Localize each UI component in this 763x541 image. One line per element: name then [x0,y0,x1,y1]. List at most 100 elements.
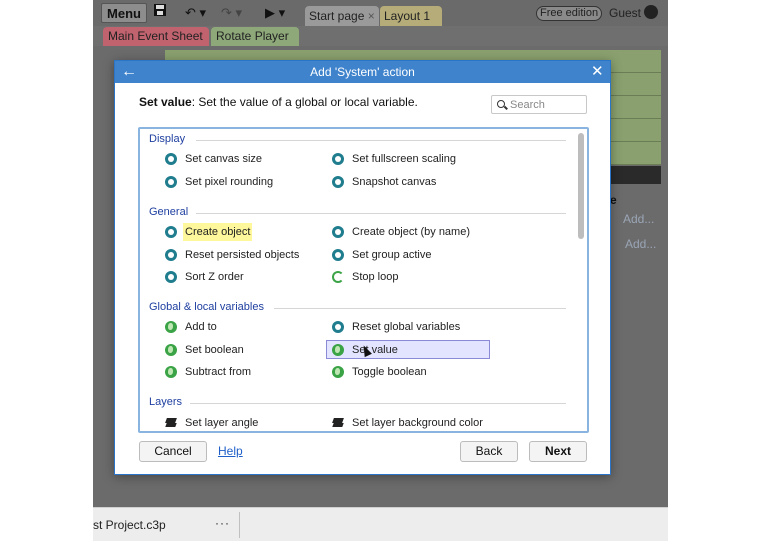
group-divider [274,308,566,309]
action-add-to[interactable]: Add to [163,318,313,336]
gear-icon [332,176,344,188]
gear-icon [165,153,177,165]
group-header-global-local-variables: Global & local variables [149,301,264,313]
user-name[interactable]: Guest [609,6,641,20]
tab-label: Rotate Player [216,29,289,43]
action-set-canvas-size[interactable]: Set canvas size [163,150,313,168]
search-box [491,95,587,114]
tab-rotate-player[interactable]: Rotate Player × [211,27,299,62]
group-header-display: Display [149,133,186,145]
action-set-pixel-rounding[interactable]: Set pixel rounding [163,173,313,191]
group-header-layers: Layers [149,396,183,408]
project-name[interactable]: st Project.c3p [93,518,166,532]
action-set-fullscreen-scaling[interactable]: Set fullscreen scaling [330,150,490,168]
status-bar: st Project.c3p ··· [93,507,668,541]
back-arrow-icon[interactable]: ← [121,62,137,82]
action-label: Stop loop [352,271,399,283]
dialog-title: Add 'System' action [310,65,415,79]
description-text: : Set the value of a global or local var… [191,95,418,109]
action-sort-z-order[interactable]: Sort Z order [163,268,313,286]
divider [239,512,240,538]
action-reset-global-variables[interactable]: Reset global variables [330,318,490,336]
tab-label: Layout 1 [384,9,431,23]
globe-icon [332,344,344,356]
action-set-layer-angle[interactable]: Set layer angle [163,414,313,431]
add-action-dialog: Add 'System' action ← ✕ Set value: Set t… [114,60,611,475]
action-label: Set boolean [185,344,244,356]
group-divider [196,213,566,214]
action-label: Set layer background color [352,417,483,429]
gear-icon [332,249,344,261]
close-icon[interactable]: ✕ [591,61,607,83]
dialog-header: Add 'System' action ← ✕ [115,61,610,83]
cancel-button[interactable]: Cancel [139,441,207,462]
action-description: Set value: Set the value of a global or … [139,95,418,109]
search-input[interactable] [510,97,584,112]
action-toggle-boolean[interactable]: Toggle boolean [330,363,490,381]
action-subtract-from[interactable]: Subtract from [163,363,313,381]
action-label: Set fullscreen scaling [352,153,456,165]
group-header-general: General [149,206,189,218]
action-label: Set group active [352,249,432,261]
gear-icon [165,226,177,238]
tab-start-page[interactable]: Start page × [305,6,379,26]
description-title: Set value [139,95,192,109]
action-reset-persisted-objects[interactable]: Reset persisted objects [163,246,313,264]
action-label: Reset global variables [352,321,461,333]
save-icon[interactable] [153,3,169,23]
action-label: Set value [352,344,398,356]
action-create-object-by-name[interactable]: Create object (by name) [330,223,490,241]
action-set-value[interactable]: Set value [326,340,490,359]
play-icon[interactable]: ▶ ▾ [265,3,291,23]
gear-icon [332,321,344,333]
tab-label: Main Event Sheet [108,29,203,43]
action-create-object[interactable]: Create object [163,223,313,241]
redo-icon[interactable]: ↷ ▾ [221,3,249,23]
tab-label: Start page [309,9,365,23]
close-icon[interactable]: × [368,9,375,23]
more-icon[interactable]: ··· [215,516,230,530]
search-icon-handle [504,105,508,110]
action-label: Snapshot canvas [352,176,437,188]
action-label: Set pixel rounding [185,176,274,188]
action-label: Toggle boolean [352,366,427,378]
gear-icon [165,249,177,261]
action-set-layer-background-color[interactable]: Set layer background color [330,414,530,431]
back-button[interactable]: Back [460,441,518,462]
action-label: Add to [185,321,217,333]
layers-icon [332,417,344,429]
user-icon[interactable] [644,5,658,19]
add-action-link[interactable]: Add... [625,237,656,251]
group-divider [190,403,566,404]
tab-main-event-sheet[interactable]: Main Event Sheet × [103,27,209,62]
free-edition-badge[interactable]: Free edition [536,6,603,21]
event-text: e [610,193,617,207]
layers-icon [165,417,177,429]
scrollbar[interactable] [578,133,584,239]
add-action-link[interactable]: Add... [623,212,654,226]
next-button[interactable]: Next [529,441,587,462]
help-link[interactable]: Help [218,444,243,458]
action-set-group-active[interactable]: Set group active [330,246,490,264]
action-label: Set layer angle [185,417,259,429]
action-label: Reset persisted objects [185,249,300,261]
menu-button[interactable]: Menu [101,3,147,23]
tab-layout-1[interactable]: Layout 1 × [380,6,442,43]
main-toolbar: Menu ↶ ▾ ↷ ▾ ▶ ▾ Start page × Layout 1 ×… [93,0,668,43]
action-set-boolean[interactable]: Set boolean [163,341,313,359]
screen: Menu ↶ ▾ ↷ ▾ ▶ ▾ Start page × Layout 1 ×… [0,0,763,541]
sheet-tabs: Main Event Sheet × Rotate Player × [93,26,668,62]
action-label: Create object (by name) [352,226,470,238]
action-label: Sort Z order [185,271,244,283]
gear-icon [332,226,344,238]
globe-icon [165,321,177,333]
action-snapshot-canvas[interactable]: Snapshot canvas [330,173,490,191]
gear-icon [332,153,344,165]
gear-icon [165,176,177,188]
action-stop-loop[interactable]: Stop loop [330,268,490,286]
globe-icon [165,366,177,378]
action-list[interactable]: Display Set canvas size Set fullscreen s… [138,127,589,433]
action-label: Subtract from [185,366,252,378]
group-divider [196,140,566,141]
undo-icon[interactable]: ↶ ▾ [185,3,213,23]
